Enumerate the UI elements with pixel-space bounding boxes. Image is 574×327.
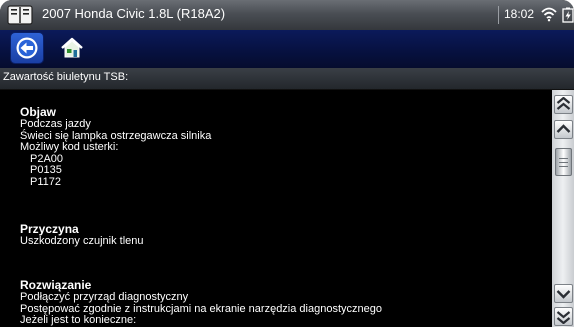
scrollbar[interactable] xyxy=(552,90,574,327)
solution-section: Rozwiązanie Podłączyć przyrząd diagnosty… xyxy=(20,279,382,327)
thumb-grip xyxy=(559,162,568,163)
toolbar xyxy=(0,30,574,68)
scroll-top-button[interactable] xyxy=(554,95,573,114)
symptom-section: Objaw Podczas jazdy Świeci się lampka os… xyxy=(20,106,211,189)
tsb-content: Objaw Podczas jazdy Świeci się lampka os… xyxy=(0,90,552,327)
scan-tool-screen: 2007 Honda Civic 1.8L (R18A2) 18:02 Zawa… xyxy=(0,0,574,327)
scroll-thumb[interactable] xyxy=(555,148,572,176)
home-button[interactable] xyxy=(56,33,88,63)
title-bar: 2007 Honda Civic 1.8L (R18A2) 18:02 xyxy=(0,0,574,30)
double-chevron-up-icon xyxy=(556,97,571,110)
vehicle-title: 2007 Honda Civic 1.8L (R18A2) xyxy=(42,6,226,21)
battery-icon xyxy=(562,7,574,23)
scroll-down-button[interactable] xyxy=(554,284,573,303)
chevron-up-icon xyxy=(556,124,571,133)
solution-line: Jeżeli jest to konieczne: xyxy=(20,314,137,327)
section-title: Zawartość biuletynu TSB: xyxy=(3,71,129,83)
solution-line: Podłączyć przyrząd diagnostyczny xyxy=(20,291,189,303)
thumb-grip xyxy=(559,166,568,167)
clock: 18:02 xyxy=(504,7,535,21)
thumb-grip xyxy=(559,158,568,159)
back-icon xyxy=(16,37,38,59)
scroll-bottom-button[interactable] xyxy=(554,307,573,326)
back-button[interactable] xyxy=(11,33,43,63)
wifi-icon xyxy=(541,7,557,22)
cause-line: Uszkodzony czujnik tlenu xyxy=(20,235,144,247)
chevron-down-icon xyxy=(556,290,571,299)
titlebar-divider xyxy=(498,6,499,24)
book-icon[interactable] xyxy=(7,5,33,25)
scroll-up-button[interactable] xyxy=(554,120,573,139)
double-chevron-down-icon xyxy=(556,311,571,324)
fault-code: P1172 xyxy=(30,175,61,188)
section-header: Zawartość biuletynu TSB: xyxy=(0,68,574,90)
cause-section: Przyczyna Uszkodzony czujnik tlenu xyxy=(20,223,144,248)
symptom-line: Podczas jazdy xyxy=(20,118,91,130)
home-icon xyxy=(61,37,83,58)
